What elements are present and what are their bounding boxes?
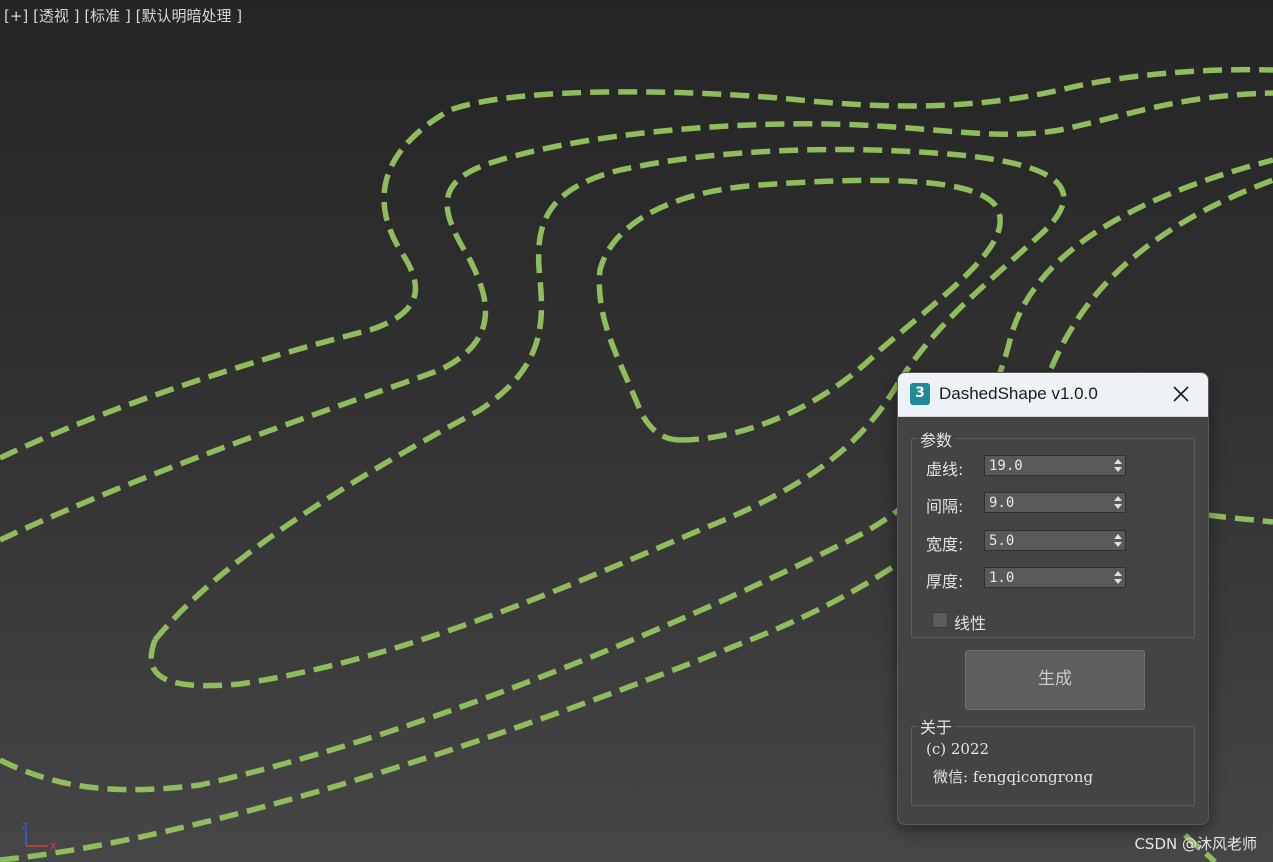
- thickness-spinner[interactable]: 1.0: [984, 567, 1126, 588]
- axis-gizmo-icon: z x: [22, 819, 57, 852]
- axis-z-label: z: [22, 819, 28, 832]
- spinner-arrows-icon[interactable]: [1114, 458, 1122, 473]
- dashed-curve-7: [1206, 512, 1273, 525]
- viewport-menu-lighting[interactable]: [默认明暗处理 ]: [136, 7, 242, 25]
- spinner-arrows-icon[interactable]: [1114, 533, 1122, 548]
- dashed-curve-3b: [148, 378, 903, 689]
- wechat-text: 微信: fengqicongrong: [933, 768, 1094, 786]
- watermark: CSDN @沐风老师: [1134, 835, 1257, 853]
- spinner-arrows-icon[interactable]: [1114, 570, 1122, 585]
- dash-label: 虚线:: [926, 460, 964, 479]
- viewport-menu-plus[interactable]: [+]: [4, 7, 28, 25]
- copyright-text: (c) 2022: [926, 740, 990, 758]
- gap-label: 间隔:: [926, 497, 964, 516]
- viewport-menu-view[interactable]: [透视 ]: [33, 7, 79, 25]
- viewport-label: [+] [透视 ] [标准 ] [默认明暗处理 ]: [4, 5, 242, 26]
- spinner-arrows-icon[interactable]: [1114, 495, 1122, 510]
- dash-spinner[interactable]: 19.0: [984, 455, 1126, 476]
- linear-checkbox[interactable]: [932, 612, 948, 628]
- dash-value[interactable]: 19.0: [989, 458, 1023, 474]
- gap-spinner[interactable]: 9.0: [984, 492, 1126, 513]
- axis-x-label: x: [50, 839, 57, 852]
- thickness-label: 厚度:: [926, 572, 964, 591]
- dialog-titlebar[interactable]: 3 DashedShape v1.0.0: [898, 373, 1208, 417]
- app-logo-icon: 3: [910, 383, 930, 405]
- thickness-value[interactable]: 1.0: [989, 570, 1014, 586]
- linear-label[interactable]: 线性: [954, 610, 986, 634]
- width-value[interactable]: 5.0: [989, 533, 1014, 549]
- dialog-title: DashedShape v1.0.0: [939, 384, 1098, 403]
- close-button[interactable]: [1166, 381, 1196, 409]
- viewport-menu-shading[interactable]: [标准 ]: [84, 7, 130, 25]
- gap-value[interactable]: 9.0: [989, 495, 1014, 511]
- params-group-label: 参数: [918, 427, 955, 451]
- dashed-shape-dialog: 3 DashedShape v1.0.0 参数 虚线: 19.0 间隔: 9.0…: [897, 372, 1209, 825]
- close-icon: [1173, 386, 1189, 402]
- generate-button[interactable]: 生成: [965, 650, 1145, 710]
- width-spinner[interactable]: 5.0: [984, 530, 1126, 551]
- width-label: 宽度:: [926, 535, 964, 554]
- app-logo-text: 3: [915, 385, 925, 401]
- about-group-label: 关于: [918, 714, 955, 738]
